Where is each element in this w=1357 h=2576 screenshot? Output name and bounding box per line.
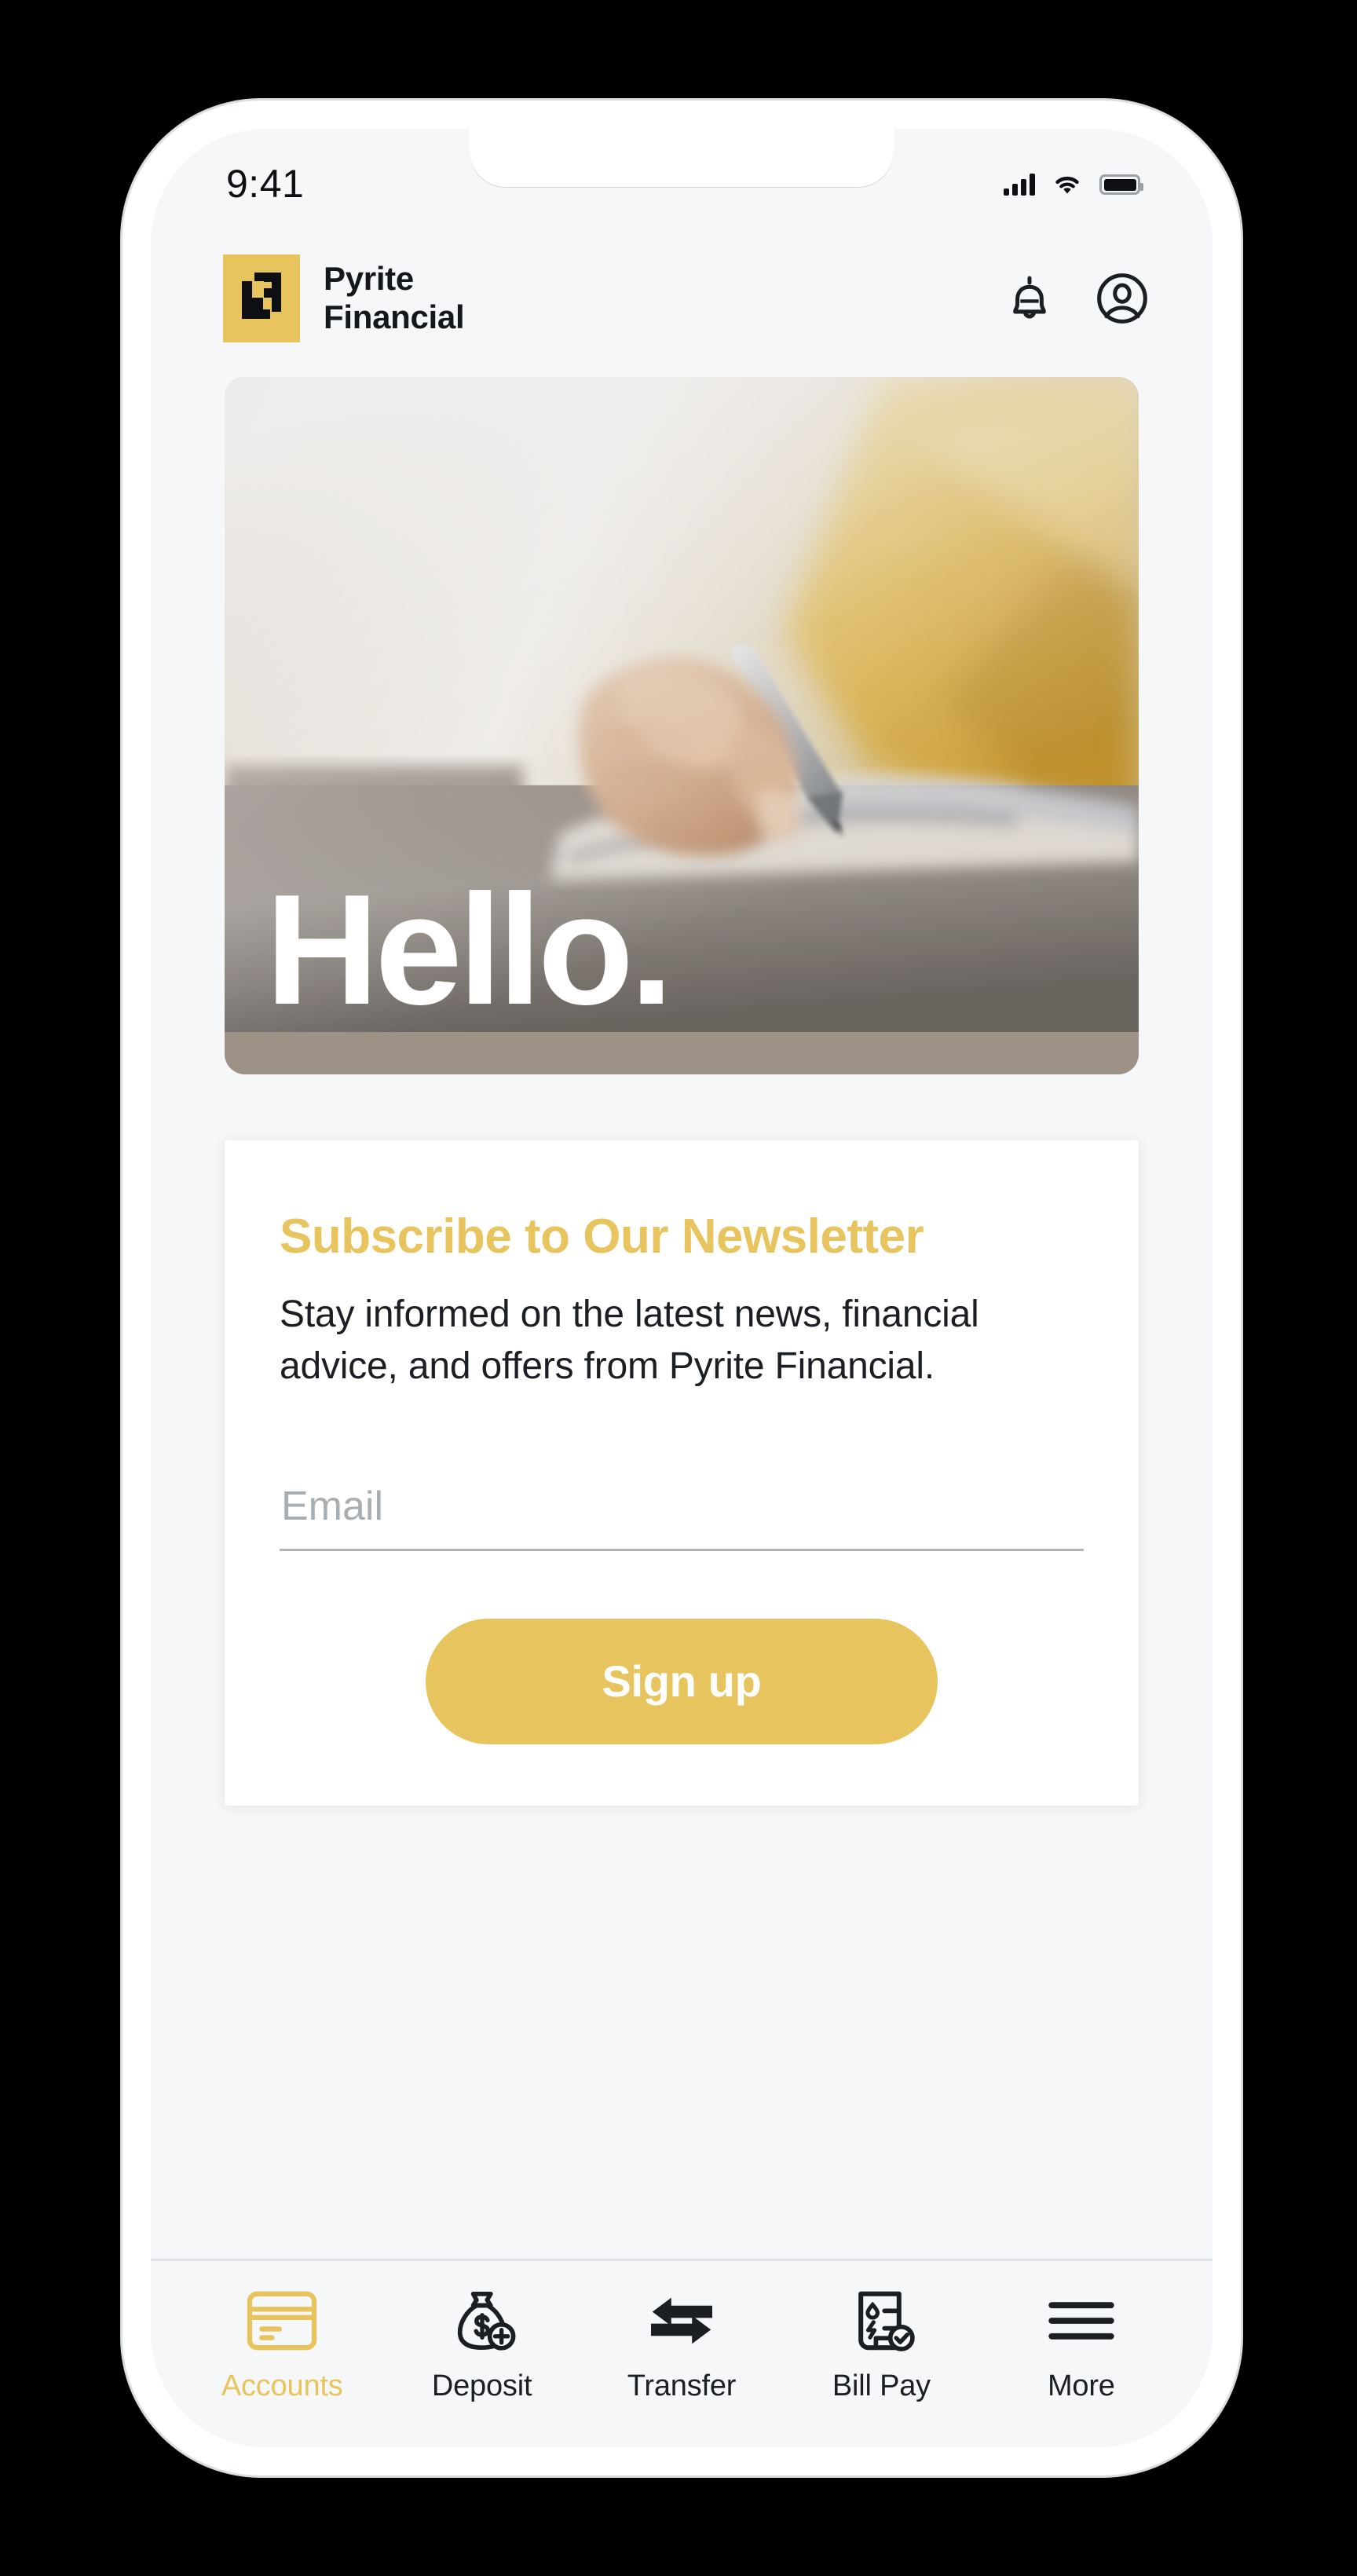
pyrite-logo-icon (223, 254, 300, 342)
credit-card-icon (247, 2291, 317, 2351)
nav-label: Accounts (221, 2369, 343, 2402)
invoice-check-icon (858, 2291, 916, 2351)
brand-name: Pyrite Financial (324, 260, 465, 336)
brand[interactable]: Pyrite Financial (223, 254, 465, 342)
app-header: Pyrite Financial (151, 228, 1213, 366)
brand-line-1: Pyrite (324, 260, 414, 298)
nav-item-deposit[interactable]: Deposit (382, 2288, 581, 2403)
nav-label: Bill Pay (832, 2369, 931, 2402)
header-actions (1000, 269, 1151, 327)
nav-item-bill-pay[interactable]: Bill Pay (781, 2288, 981, 2403)
main-content: Hello. Subscribe to Our Newsletter Stay … (151, 366, 1213, 2259)
hero-banner[interactable]: Hello. (225, 377, 1139, 1074)
email-input[interactable] (280, 1479, 1084, 1551)
nav-item-more[interactable]: More (982, 2288, 1181, 2403)
newsletter-title: Subscribe to Our Newsletter (280, 1209, 924, 1264)
nav-item-accounts[interactable]: Accounts (182, 2288, 382, 2403)
device-notch (470, 129, 894, 187)
money-bag-plus-icon (457, 2291, 516, 2351)
hamburger-menu-icon (1048, 2302, 1114, 2340)
email-field-wrapper (280, 1479, 1084, 1551)
hero-title: Hello. (265, 862, 674, 1037)
newsletter-card: Subscribe to Our Newsletter Stay informe… (225, 1140, 1139, 1806)
signup-button[interactable]: Sign up (426, 1618, 938, 1744)
nav-label: Transfer (627, 2369, 737, 2402)
bottom-navigation: Accounts Deposit Transfer Bill Pay More (151, 2259, 1213, 2447)
account-circle-icon[interactable] (1093, 269, 1151, 327)
phone-frame: 9:41 Pyrite Financial Hello. Subscribe t… (123, 101, 1241, 2475)
bell-icon[interactable] (1000, 269, 1059, 327)
battery-full-icon (1099, 174, 1143, 195)
transfer-arrows-icon (651, 2297, 713, 2344)
newsletter-description: Stay informed on the latest news, financ… (280, 1293, 979, 1388)
status-time: 9:41 (226, 162, 305, 206)
status-icons (1004, 172, 1143, 197)
nav-item-transfer[interactable]: Transfer (582, 2288, 781, 2403)
phone-screen: 9:41 Pyrite Financial Hello. Subscribe t… (151, 129, 1213, 2447)
signal-bars-icon (1004, 174, 1035, 196)
brand-line-2: Financial (324, 298, 465, 335)
nav-label: Deposit (431, 2369, 532, 2402)
wifi-icon (1055, 176, 1079, 194)
nav-label: More (1047, 2369, 1115, 2402)
